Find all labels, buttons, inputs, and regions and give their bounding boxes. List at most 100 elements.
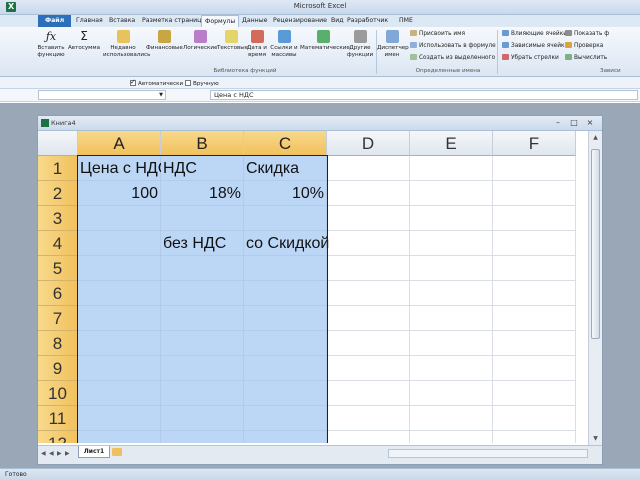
error-checking-button[interactable]: Проверка (565, 42, 603, 49)
cell-d10[interactable] (327, 381, 410, 406)
cell-a10[interactable] (78, 381, 161, 406)
cell-f1[interactable] (493, 156, 576, 181)
cell-b8[interactable] (161, 331, 244, 356)
trace-dependents-button[interactable]: Зависимые ячейки (502, 42, 568, 49)
cell-a1[interactable]: Цена с НДС (78, 156, 169, 181)
last-sheet-icon[interactable]: ▶ (65, 450, 72, 458)
name-manager-button[interactable]: Диспетчер имен (377, 30, 409, 58)
more-functions-button[interactable]: Другие функции (346, 30, 374, 58)
cell-f2[interactable] (493, 181, 576, 206)
cell-d4[interactable] (327, 231, 410, 256)
name-box[interactable]: ▼ (38, 90, 166, 100)
cell-b10[interactable] (161, 381, 244, 406)
trace-precedents-button[interactable]: Влияющие ячейки (502, 30, 567, 37)
row-header[interactable]: 12 (38, 431, 78, 443)
formula-input[interactable]: Цена с НДС (210, 90, 638, 100)
next-sheet-icon[interactable]: ▶ (57, 450, 64, 458)
cell-c7[interactable] (244, 306, 327, 331)
cell-d5[interactable] (327, 256, 410, 281)
cell-f9[interactable] (493, 356, 576, 381)
insert-function-button[interactable]: ƒx Вставить функцию (36, 30, 66, 58)
cell-d8[interactable] (327, 331, 410, 356)
cell-f7[interactable] (493, 306, 576, 331)
row-header[interactable]: 9 (38, 356, 78, 381)
cell-e8[interactable] (410, 331, 493, 356)
logical-button[interactable]: Логические (183, 30, 217, 52)
cell-e2[interactable] (410, 181, 493, 206)
vertical-scrollbar[interactable]: ▲ ▼ (588, 131, 602, 445)
cell-f3[interactable] (493, 206, 576, 231)
cell-b12[interactable] (161, 431, 244, 443)
cell-e5[interactable] (410, 256, 493, 281)
show-formulas-button[interactable]: Показать ф (565, 30, 609, 37)
cell-c11[interactable] (244, 406, 327, 431)
chevron-down-icon[interactable]: ▼ (159, 92, 163, 98)
cell-f8[interactable] (493, 331, 576, 356)
cell-c3[interactable] (244, 206, 327, 231)
row-header[interactable]: 5 (38, 256, 78, 281)
cell-b5[interactable] (161, 256, 244, 281)
cell-d11[interactable] (327, 406, 410, 431)
cell-b4[interactable]: без НДС (161, 231, 244, 256)
row-header[interactable]: 6 (38, 281, 78, 306)
cell-b2[interactable]: 18% (161, 181, 244, 206)
prev-sheet-icon[interactable]: ◀ (49, 450, 56, 458)
cell-b7[interactable] (161, 306, 244, 331)
cell-a11[interactable] (78, 406, 161, 431)
tab-file[interactable]: Файл (38, 15, 72, 27)
cell-d9[interactable] (327, 356, 410, 381)
create-from-selection-button[interactable]: Создать из выделенного (410, 54, 495, 61)
cell-c1[interactable]: Скидка (244, 156, 327, 181)
minimize-icon[interactable]: – (552, 118, 564, 128)
tab-insert[interactable]: Вставка (106, 15, 138, 27)
close-icon[interactable]: × (584, 118, 596, 128)
tab-home[interactable]: Главная (73, 15, 106, 27)
cell-a9[interactable] (78, 356, 161, 381)
cell-a8[interactable] (78, 331, 161, 356)
cell-f10[interactable] (493, 381, 576, 406)
cell-f11[interactable] (493, 406, 576, 431)
use-in-formula-button[interactable]: Использовать в формуле (410, 42, 496, 49)
row-header[interactable]: 7 (38, 306, 78, 331)
math-button[interactable]: Математические (300, 30, 350, 52)
cell-f6[interactable] (493, 281, 576, 306)
cell-c4[interactable]: со Скидкой (244, 231, 329, 256)
cell-c10[interactable] (244, 381, 327, 406)
tab-developer[interactable]: Разработчик (344, 15, 391, 27)
cell-d6[interactable] (327, 281, 410, 306)
cell-e12[interactable] (410, 431, 493, 443)
remove-arrows-button[interactable]: Убрать стрелки (502, 54, 559, 61)
cell-b9[interactable] (161, 356, 244, 381)
vertical-scroll-thumb[interactable] (591, 149, 600, 339)
insert-sheet-icon[interactable] (112, 448, 122, 456)
cell-c5[interactable] (244, 256, 327, 281)
column-header-c[interactable]: C (244, 131, 327, 156)
automatic-calc-checkbox[interactable]: Автоматически (130, 78, 183, 87)
cell-d2[interactable] (327, 181, 410, 206)
scroll-up-icon[interactable]: ▲ (591, 133, 600, 142)
horizontal-scrollbar[interactable] (388, 449, 588, 458)
define-name-button[interactable]: Присвоить имя (410, 30, 465, 37)
cell-e11[interactable] (410, 406, 493, 431)
cell-d3[interactable] (327, 206, 410, 231)
row-header[interactable]: 8 (38, 331, 78, 356)
cell-c9[interactable] (244, 356, 327, 381)
cell-e7[interactable] (410, 306, 493, 331)
tab-data[interactable]: Данные (239, 15, 270, 27)
tab-review[interactable]: Рецензирование (270, 15, 330, 27)
cell-f4[interactable] (493, 231, 576, 256)
cell-c2[interactable]: 10% (244, 181, 327, 206)
cell-e3[interactable] (410, 206, 493, 231)
cell-d1[interactable] (327, 156, 410, 181)
cell-e10[interactable] (410, 381, 493, 406)
financial-button[interactable]: Финансовые (146, 30, 183, 52)
column-header-e[interactable]: E (410, 131, 493, 156)
row-header[interactable]: 1 (38, 156, 78, 181)
cell-b3[interactable] (161, 206, 244, 231)
select-all-corner[interactable] (38, 131, 78, 156)
lookup-button[interactable]: Ссылки и массивы (269, 30, 299, 58)
cell-e4[interactable] (410, 231, 493, 256)
cell-f5[interactable] (493, 256, 576, 281)
cell-b1[interactable]: НДС (161, 156, 244, 181)
cell-a2[interactable]: 100 (78, 181, 161, 206)
